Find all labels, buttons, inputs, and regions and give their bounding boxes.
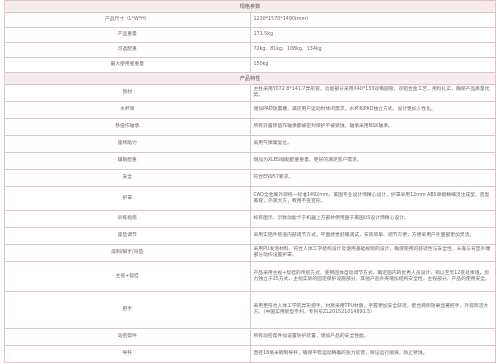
feature-value: 增加PAD放置槽，满足用户运动时休闲需求，水杯和PAD独立方式，设计更加人性化。	[249, 101, 496, 119]
feature-row-training-guide: 训练指南 标有图示、示数动能卡于机器上方部并便用国于美国US设计师精心设计。	[4, 210, 496, 228]
spec-row-weight: 产品重量 171.5kg	[4, 27, 496, 43]
feature-row-seat-adjust: 座垫调节 采用实铝件管道内部调节方式，平面感觉舒服调试，安装简单、调节方便，方便…	[4, 227, 496, 245]
features-title: 产品特性	[4, 72, 496, 85]
feature-label: 座垫调节	[4, 227, 251, 245]
features-section-header: 产品特性	[4, 72, 496, 85]
feature-row-seat-assist: 座椅助力 采用气弹簧复位。	[4, 135, 496, 153]
feature-label: 动密帮件	[4, 328, 251, 346]
feature-label: 座椅助力	[4, 135, 251, 153]
spec-value: 72kg、81kg、108kg、134kg	[249, 42, 496, 58]
feature-label: 主视+帮挂	[4, 261, 251, 292]
feature-value: 增加为XLBS辅助配重重量。更好的满足客户需求。	[249, 152, 496, 170]
spec-label: 产品重量	[4, 27, 251, 43]
feature-value: 直径18毫米钢制导杆，确保平稳运动精确的张力反馈，保证运行顺滑，防止锈蚀。	[249, 345, 496, 363]
feature-value: 标有图示、示数动能卡于机器上方部并便用国于美国US设计师精心设计。	[249, 210, 496, 228]
feature-row-handle: 把手 采用更符合人体工学的异形把手，材质采用TPU材质，手握更加安全舒适，配合两…	[4, 291, 496, 329]
feature-row-guide-rod: 导杆 直径18毫米钢制导杆，确保平稳运动精确的张力反馈，保证运行顺滑，防止锈蚀。	[4, 345, 496, 363]
feature-value: 产品采用主视+帮挂的传统方式，使用固体自动调节方式，确定国内的优秀人员设计，销以…	[249, 261, 496, 292]
spec-title: 规格参数	[4, 0, 496, 13]
feature-label: 座制/脚步/背垫	[4, 244, 251, 262]
spec-row-size: 产品尺寸（L*W*H） 1230*1570*1490(mm)	[4, 12, 496, 28]
feature-value: 采用更符合人体工学的异形把手，材质采用TPU材质，手握更加安全舒适，配合两侧效果…	[249, 291, 496, 329]
spec-row-optional-weight: 可选配重 72kg、81kg、108kg、134kg	[4, 42, 496, 58]
feature-value: 采用实铝件管道内部调节方式，平面感觉舒服调试，安装简单、调节方便，方便采用户外面…	[249, 227, 496, 245]
spec-label: 产品尺寸（L*W*H）	[4, 12, 251, 28]
feature-row-aux-weight: 辅助配重 增加为XLBS辅助配重重量。更好的满足客户需求。	[4, 152, 496, 170]
feature-value: CAO全金属外观统一标准1492mm，美国专业设计师精心设计，护罩采用12mm …	[249, 186, 496, 211]
feature-row-moving-parts: 动密帮件 所有动密帮件加设置防护装置，增加产品的安全性能。	[4, 328, 496, 346]
spec-value: 171.5kg	[249, 27, 496, 43]
feature-value: 采用气弹簧复位。	[249, 135, 496, 153]
feature-value: 所有外露移值作轴承都被密封保护不被锈蚀，轴承采用NSK轴承。	[249, 118, 496, 136]
feature-row-safety: 安全 符合EN957要求。	[4, 169, 496, 187]
feature-row-main-frame: 主视+帮挂 产品采用主视+帮挂的传统方式，使用固体自动调节方式，确定国内的优秀人…	[4, 261, 496, 292]
feature-row-bearing: 移值作轴承 所有外露移值作轴承都被密封保护不被锈蚀，轴承采用NSK轴承。	[4, 118, 496, 136]
feature-value: 符合EN957要求。	[249, 169, 496, 187]
spec-label: 可选配重	[4, 42, 251, 58]
spec-row-max-user-weight: 最大使用者重量 150kg	[4, 57, 496, 73]
feature-row-pads: 座制/脚步/背垫 采用PU发泡材料，符合人体工学结构设计及使用基础规则的设计，确…	[4, 244, 496, 262]
feature-row-shroud: 护罩 CAO全金属外观统一标准1492mm，美国专业设计师精心设计，护罩采用12…	[4, 186, 496, 211]
spec-sheet: 规格参数 产品尺寸（L*W*H） 1230*1570*1490(mm) 产品重量…	[4, 0, 496, 363]
feature-label: 把手	[4, 291, 251, 329]
feature-value: 所有动密帮件加设置防护装置，增加产品的安全性能。	[249, 328, 496, 346]
feature-label: 护罩	[4, 186, 251, 211]
spec-value: 1230*1570*1490(mm)	[249, 12, 496, 28]
spec-section-header: 规格参数	[4, 0, 496, 13]
feature-label: 管材	[4, 84, 251, 102]
feature-row-tubing: 管材 主柱采用Y072.8*141.7异形管，功能部分采用X40*133双椭圆管…	[4, 84, 496, 102]
feature-label: 移值作轴承	[4, 118, 251, 136]
spec-table: 规格参数 产品尺寸（L*W*H） 1230*1570*1490(mm) 产品重量…	[4, 0, 496, 363]
feature-label: 水杯架	[4, 101, 251, 119]
feature-value: 采用PU发泡材料，符合人体工学结构设计及使用基础规则的设计，确保使用的舒适性与安…	[249, 244, 496, 262]
feature-label: 训练指南	[4, 210, 251, 228]
feature-label: 辅助配重	[4, 152, 251, 170]
feature-label: 导杆	[4, 345, 251, 363]
feature-label: 安全	[4, 169, 251, 187]
feature-value: 主柱采用Y072.8*141.7异形管，功能部分采用X40*133双椭圆管，双铝…	[249, 84, 496, 102]
spec-value: 150kg	[249, 57, 496, 73]
spec-label: 最大使用者重量	[4, 57, 251, 73]
feature-row-cup-holder: 水杯架 增加PAD放置槽，满足用户运动时休闲需求，水杯和PAD独立方式，设计更加…	[4, 101, 496, 119]
